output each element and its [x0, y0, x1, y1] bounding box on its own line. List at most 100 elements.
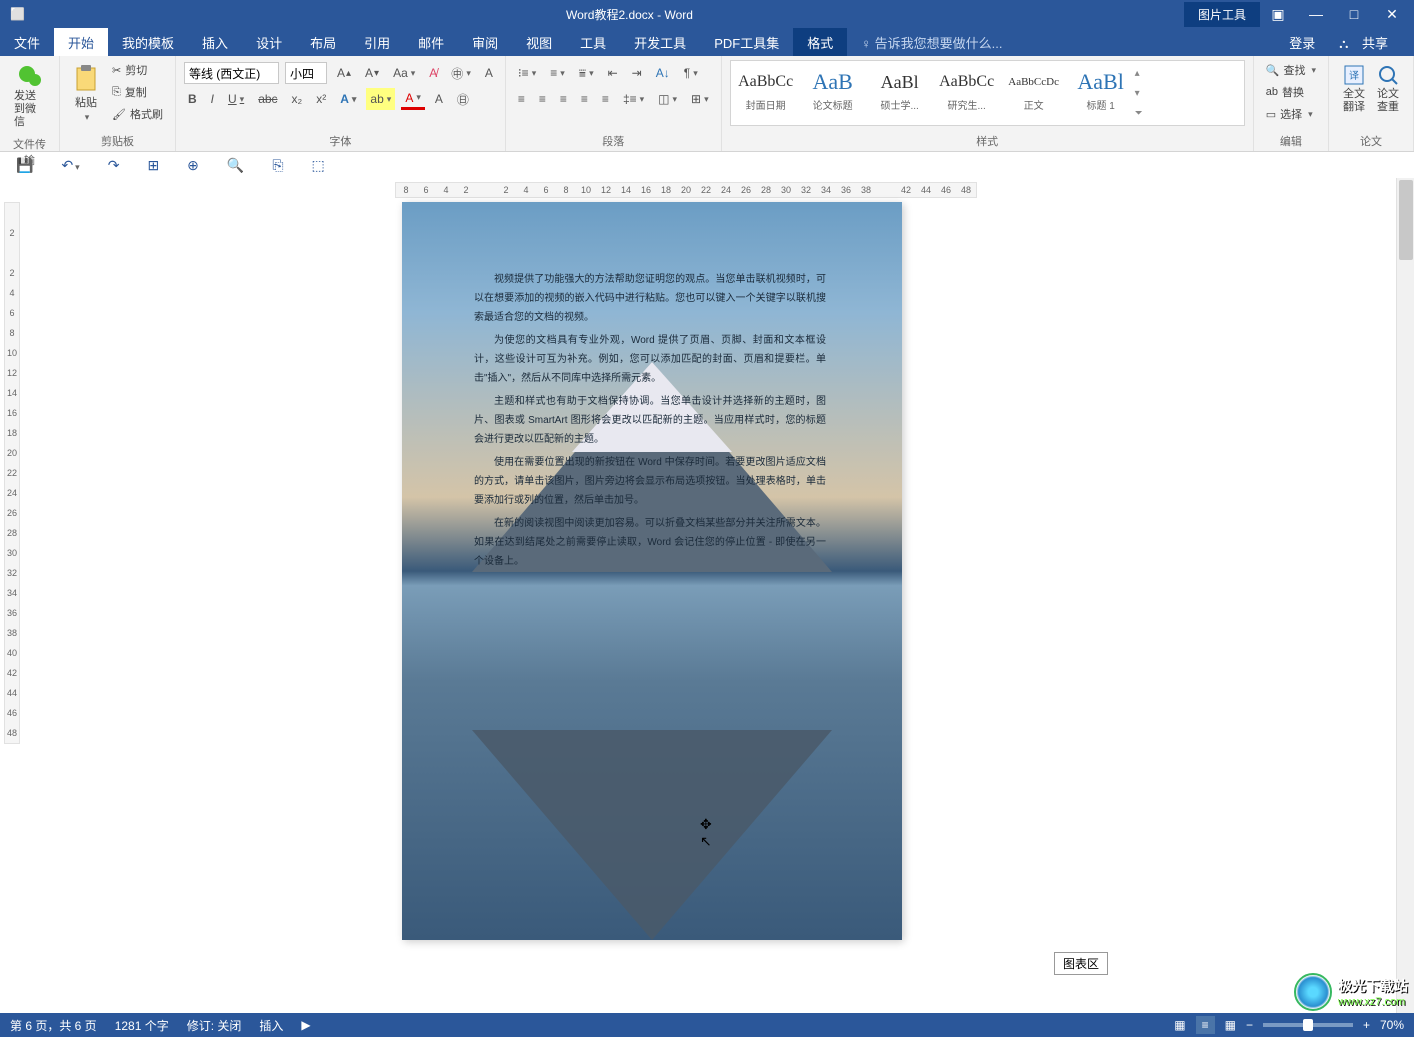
- undo-button[interactable]: ↶▾: [61, 157, 79, 174]
- style-heading1[interactable]: AaBl标题 1: [1068, 63, 1134, 123]
- minimize-icon[interactable]: —: [1298, 6, 1334, 23]
- subscript-button[interactable]: x₂: [288, 88, 307, 110]
- char-shading-button[interactable]: A: [431, 88, 447, 110]
- line-spacing-button[interactable]: ‡≡▾: [619, 88, 648, 110]
- tab-layout[interactable]: 布局: [296, 28, 350, 56]
- tab-mail[interactable]: 邮件: [404, 28, 458, 56]
- tab-home[interactable]: 开始: [54, 28, 108, 56]
- style-normal[interactable]: AaBbCcDc正文: [1001, 63, 1067, 123]
- translate-button[interactable]: 译 全文 翻译: [1337, 60, 1371, 118]
- qat-icon-2[interactable]: ⊕: [187, 157, 199, 174]
- grow-font-button[interactable]: A▴: [333, 62, 355, 84]
- macro-icon[interactable]: ▶: [301, 1018, 310, 1032]
- font-color-button[interactable]: A▾: [401, 88, 425, 110]
- vertical-ruler[interactable]: 2246810121416182022242628303234363840424…: [4, 202, 20, 744]
- decrease-indent-button[interactable]: ⇤: [604, 62, 622, 84]
- styles-more-icon[interactable]: ⏷: [1135, 108, 1151, 119]
- styles-down-icon[interactable]: ▾: [1135, 88, 1151, 99]
- cut-button[interactable]: ✂剪切: [108, 60, 167, 80]
- underline-button[interactable]: U▾: [224, 88, 248, 110]
- tab-review[interactable]: 审阅: [458, 28, 512, 56]
- zoom-out-button[interactable]: −: [1246, 1018, 1253, 1032]
- zoom-in-button[interactable]: +: [1363, 1018, 1370, 1032]
- text-effects-button[interactable]: A▾: [336, 88, 360, 110]
- superscript-button[interactable]: x²: [312, 88, 330, 110]
- web-layout-icon[interactable]: ▦: [1225, 1018, 1236, 1032]
- track-changes-status[interactable]: 修订: 关闭: [187, 1017, 242, 1034]
- find-button[interactable]: 🔍查找▾: [1262, 60, 1320, 80]
- shading-button[interactable]: ◫▾: [654, 88, 681, 110]
- scrollbar-thumb[interactable]: [1399, 180, 1413, 260]
- bullets-button[interactable]: ⁝≡▾: [514, 62, 540, 84]
- login-button[interactable]: 登录: [1279, 28, 1325, 56]
- qat-icon-5[interactable]: ⬚: [312, 157, 325, 174]
- paste-button[interactable]: 粘贴▾: [68, 60, 104, 127]
- show-marks-button[interactable]: ¶▾: [680, 62, 702, 84]
- zoom-level[interactable]: 70%: [1380, 1018, 1404, 1032]
- qat-icon-1[interactable]: ⊞: [147, 157, 159, 174]
- tab-pdf[interactable]: PDF工具集: [700, 28, 793, 56]
- qat-icon-3[interactable]: 🔍: [227, 157, 244, 174]
- numbering-button[interactable]: ≡▾: [546, 62, 569, 84]
- qat-icon-4[interactable]: ⎘: [272, 157, 283, 174]
- page-count[interactable]: 第 6 页，共 6 页: [10, 1017, 97, 1034]
- phonetic-button[interactable]: ㊥▾: [447, 62, 475, 84]
- copy-button[interactable]: ⎘复制: [108, 82, 167, 102]
- styles-up-icon[interactable]: ▴: [1135, 68, 1151, 79]
- style-researcher[interactable]: AaBbCc研究生...: [934, 63, 1000, 123]
- print-layout-icon[interactable]: ≡: [1196, 1016, 1215, 1034]
- style-thesis-title[interactable]: AaB论文标题: [800, 63, 866, 123]
- char-border-button[interactable]: A: [481, 62, 497, 84]
- italic-button[interactable]: I: [207, 88, 218, 110]
- tab-design[interactable]: 设计: [242, 28, 296, 56]
- style-cover-date[interactable]: AaBbCc封面日期: [733, 63, 799, 123]
- align-right-button[interactable]: ≡: [556, 88, 571, 110]
- tab-references[interactable]: 引用: [350, 28, 404, 56]
- tab-developer[interactable]: 开发工具: [620, 28, 700, 56]
- tab-format[interactable]: 格式: [793, 28, 847, 56]
- strikethrough-button[interactable]: abc: [254, 88, 281, 110]
- tab-tools[interactable]: 工具: [566, 28, 620, 56]
- borders-button[interactable]: ⊞▾: [687, 88, 713, 110]
- format-painter-button[interactable]: 🖌格式刷: [108, 104, 167, 124]
- bold-button[interactable]: B: [184, 88, 201, 110]
- ribbon-options-icon[interactable]: ▣: [1260, 6, 1296, 23]
- change-case-button[interactable]: Aa▾: [389, 62, 419, 84]
- styles-gallery[interactable]: AaBbCc封面日期 AaB论文标题 AaBl硕士学... AaBbCc研究生.…: [730, 60, 1245, 126]
- replace-button[interactable]: ab替换: [1262, 82, 1320, 102]
- align-center-button[interactable]: ≡: [535, 88, 550, 110]
- word-count[interactable]: 1281 个字: [115, 1017, 169, 1034]
- redo-button[interactable]: ↷: [108, 157, 120, 174]
- insert-mode[interactable]: 插入: [259, 1017, 283, 1034]
- font-size-combo[interactable]: [285, 62, 327, 84]
- tab-view[interactable]: 视图: [512, 28, 566, 56]
- maximize-icon[interactable]: □: [1336, 6, 1372, 23]
- zoom-slider[interactable]: [1263, 1023, 1353, 1027]
- share-button[interactable]: ⛬ 共享: [1329, 28, 1408, 56]
- highlight-button[interactable]: ab▾: [366, 88, 395, 110]
- increase-indent-button[interactable]: ⇥: [628, 62, 646, 84]
- font-name-combo[interactable]: [184, 62, 279, 84]
- multilevel-button[interactable]: ⩸▾: [575, 62, 598, 84]
- tell-me-hint[interactable]: ♀ 告诉我您想要做什么...: [847, 28, 1279, 56]
- enclose-char-button[interactable]: ㊐: [453, 88, 473, 110]
- vertical-scrollbar[interactable]: [1396, 178, 1414, 1013]
- tab-mytemplate[interactable]: 我的模板: [108, 28, 188, 56]
- select-button[interactable]: ▭选择▾: [1262, 104, 1320, 124]
- tab-file[interactable]: 文件: [0, 28, 54, 56]
- send-wechat-button[interactable]: 发送 到微信: [8, 60, 51, 134]
- sort-button[interactable]: A↓: [652, 62, 674, 84]
- document-page[interactable]: 视频提供了功能强大的方法帮助您证明您的观点。当您单击联机视频时，可以在想要添加的…: [402, 202, 902, 940]
- clear-format-button[interactable]: A̸: [425, 62, 441, 84]
- justify-button[interactable]: ≡: [577, 88, 592, 110]
- shrink-font-button[interactable]: A▾: [361, 62, 383, 84]
- quick-save-icon[interactable]: ⬜: [10, 7, 25, 21]
- tab-insert[interactable]: 插入: [188, 28, 242, 56]
- horizontal-ruler[interactable]: 8642246810121416182022242628303234363842…: [395, 182, 977, 198]
- close-icon[interactable]: ✕: [1374, 6, 1410, 23]
- plagiarism-check-button[interactable]: 论文 查重: [1371, 60, 1405, 118]
- read-mode-icon[interactable]: ▦: [1174, 1018, 1185, 1032]
- style-master[interactable]: AaBl硕士学...: [867, 63, 933, 123]
- align-left-button[interactable]: ≡: [514, 88, 529, 110]
- distribute-button[interactable]: ≡: [598, 88, 613, 110]
